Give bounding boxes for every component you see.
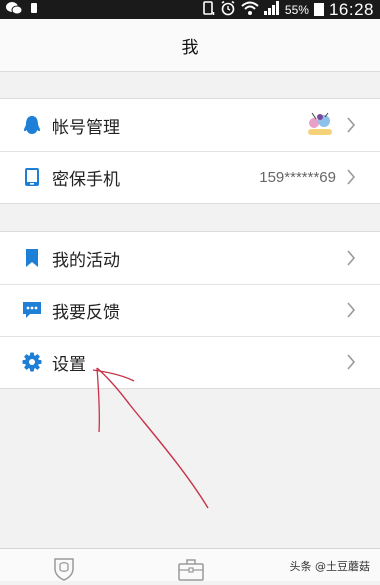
bookmark-icon (22, 248, 42, 268)
security-phone-label: 密保手机 (52, 169, 120, 190)
status-bar-right: 55% 16:28 (201, 0, 380, 20)
chevron-right-icon (342, 116, 360, 134)
avatar (304, 111, 336, 139)
security-phone-row[interactable]: 密保手机 159******69 (0, 151, 380, 203)
vibrate-icon (201, 0, 215, 19)
menu-group: 我的活动 我要反馈 设置 (0, 231, 380, 389)
feedback-label: 我要反馈 (52, 302, 120, 323)
settings-row[interactable]: 设置 (0, 336, 380, 388)
top-header: 我 (0, 19, 380, 72)
wifi-icon (241, 1, 259, 18)
chat-bubble-icon (22, 300, 42, 320)
notification-icon (30, 1, 38, 19)
chevron-right-icon (342, 249, 360, 267)
my-activities-label: 我的活动 (52, 250, 120, 271)
status-bar: 55% 16:28 (0, 0, 380, 19)
toolbox-icon[interactable] (177, 557, 205, 585)
chevron-right-icon (342, 301, 360, 319)
page-title: 我 (181, 37, 199, 58)
feedback-row[interactable]: 我要反馈 (0, 284, 380, 336)
shield-face-icon[interactable] (52, 557, 76, 585)
signal-icon (263, 1, 280, 18)
security-phone-value: 159******69 (259, 168, 336, 186)
chevron-right-icon (342, 168, 360, 186)
watermark: 头条 @土豆蘑菇 (289, 560, 371, 573)
qq-penguin-icon (22, 115, 42, 135)
chevron-right-icon (342, 353, 360, 371)
settings-label: 设置 (52, 354, 86, 375)
account-management-label: 帐号管理 (52, 117, 120, 138)
gear-icon (22, 352, 42, 372)
alarm-icon (220, 0, 236, 19)
status-bar-left (0, 1, 38, 19)
account-group: 帐号管理 密保手机 159******69 (0, 98, 380, 204)
my-activities-row[interactable]: 我的活动 (0, 232, 380, 284)
account-management-row[interactable]: 帐号管理 (0, 99, 380, 151)
battery-icon (313, 3, 324, 16)
wechat-icon (6, 1, 23, 19)
battery-percent: 55% (284, 2, 309, 17)
phone-icon (22, 167, 42, 187)
clock: 16:28 (328, 0, 374, 19)
